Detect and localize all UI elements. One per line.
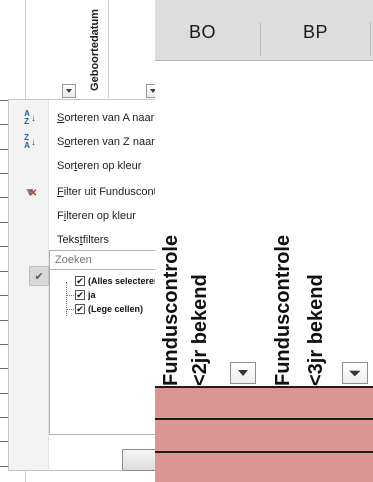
highlighted-rows xyxy=(155,386,373,482)
row-border xyxy=(155,386,373,388)
search-input[interactable] xyxy=(55,254,153,266)
sort-a-z-icon: A Z ↓ xyxy=(24,109,36,126)
column-letter-bp[interactable]: BP xyxy=(303,22,328,43)
spreadsheet-right: BO BP Funduscontrole <2jr bekend Fundusc… xyxy=(155,0,373,482)
menu-item-label: Sorteren van A naar Z xyxy=(57,112,158,124)
checkbox[interactable]: ✔ xyxy=(75,304,85,314)
header-funduscontrole-line2: <2jr bekend xyxy=(189,274,211,386)
header-funduscontrole-line2: <3jr bekend xyxy=(305,274,327,386)
menu-item-label: Tekstfilters xyxy=(57,234,109,246)
autofilter-menu: A Z ↓ Sorteren van A naar Z Z A ↓ Sorteren v… xyxy=(8,99,158,471)
checklist-item-ja[interactable]: ✔ ja xyxy=(75,288,96,302)
menu-item-label: Filter uit Funduscontrole wissen xyxy=(57,186,157,198)
column-divider xyxy=(370,22,371,56)
menu-item-sort-color[interactable]: Sorteren op kleur xyxy=(9,154,157,178)
header-row xyxy=(0,0,155,98)
tree-connector xyxy=(66,309,74,310)
menu-item-label: Filteren op kleur xyxy=(57,210,136,222)
column-divider xyxy=(260,22,261,56)
column-separator xyxy=(108,0,109,98)
tree-connector xyxy=(66,282,67,316)
search-field[interactable] xyxy=(49,250,157,270)
checklist-item-label: (Lege cellen) xyxy=(88,304,144,314)
column-letter-bar xyxy=(155,0,373,61)
header-funduscontrole-line1: Funduscontrole xyxy=(160,234,182,386)
column-header-label: Geboortedatum xyxy=(89,9,101,91)
filter-funnel-icon: ⏷ xyxy=(349,365,361,381)
header-funduscontrole-line1: Funduscontrole xyxy=(272,234,294,386)
menu-item-clear-filter[interactable]: ▼✕ Filter uit Funduscontrole wissen xyxy=(9,180,157,204)
column-header-geboortedatum[interactable]: Geboortedatum xyxy=(86,0,104,98)
menu-item-sort-desc[interactable]: Z A ↓ Sorteren van Z naar A xyxy=(9,130,158,154)
sort-z-a-icon: Z A ↓ xyxy=(24,133,36,150)
checkbox[interactable]: ✔ xyxy=(75,276,85,286)
column-letter-bo[interactable]: BO xyxy=(189,22,216,43)
filter-dropdown-button[interactable] xyxy=(62,84,76,98)
checklist-item-select-all[interactable]: ✔ (Alles selecteren) xyxy=(75,274,158,288)
row-border xyxy=(155,451,373,453)
tree-connector xyxy=(66,295,74,296)
clear-filter-icon: ▼ ✕ xyxy=(24,185,38,199)
menu-item-filter-color[interactable]: Filteren op kleur xyxy=(9,204,157,228)
checkbox[interactable]: ✔ xyxy=(75,290,85,300)
filter-dropdown-button-bo[interactable] xyxy=(230,362,256,384)
row-border xyxy=(155,418,373,420)
menu-item-text-filters[interactable]: Tekstfilters xyxy=(9,228,157,252)
menu-item-label: Sorteren van Z naar A xyxy=(57,136,158,148)
value-checklist[interactable]: ✔ (Alles selecteren) ✔ ja ✔ (Lege cellen… xyxy=(49,270,158,435)
chevron-down-icon xyxy=(238,370,248,376)
checklist-item-label: (Alles selecteren) xyxy=(88,276,158,286)
checkmark-icon: ✔ xyxy=(29,266,49,286)
menu-item-sort-asc[interactable]: A Z ↓ Sorteren van A naar Z xyxy=(9,106,158,130)
checklist-item-empty-cells[interactable]: ✔ (Lege cellen) xyxy=(75,302,143,316)
filter-active-button-bp[interactable]: ⏷ xyxy=(342,362,368,384)
checklist-item-label: ja xyxy=(88,290,96,300)
chevron-down-icon xyxy=(66,89,72,93)
menu-item-label: Sorteren op kleur xyxy=(57,160,142,172)
